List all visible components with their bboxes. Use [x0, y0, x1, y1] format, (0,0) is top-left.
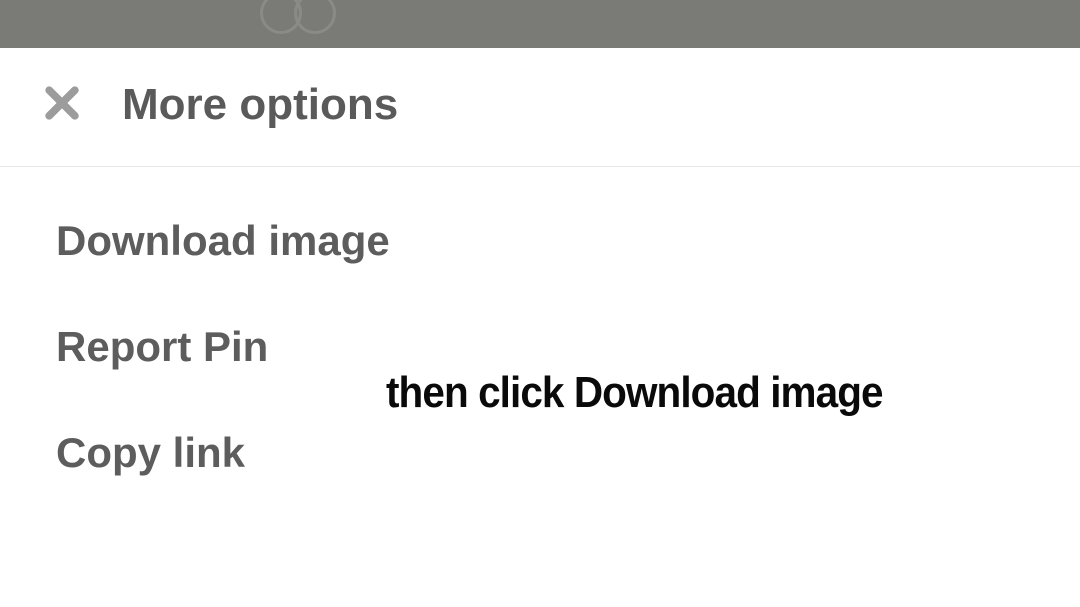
sheet-header: More options: [0, 48, 1080, 167]
menu-item-copy-link[interactable]: Copy link: [56, 429, 1024, 477]
options-menu: Download image Report Pin Copy link: [0, 167, 1080, 555]
instruction-annotation: then click Download image: [386, 368, 883, 418]
sheet-title: More options: [122, 80, 398, 130]
backdrop-circle: [294, 0, 336, 34]
close-icon: [40, 81, 84, 125]
backdrop-circles: [260, 0, 336, 34]
close-button[interactable]: [40, 81, 84, 125]
backdrop-overlay: [0, 0, 1080, 48]
options-sheet: More options Download image Report Pin C…: [0, 48, 1080, 607]
menu-item-report-pin[interactable]: Report Pin: [56, 323, 1024, 371]
menu-item-download-image[interactable]: Download image: [56, 217, 1024, 265]
